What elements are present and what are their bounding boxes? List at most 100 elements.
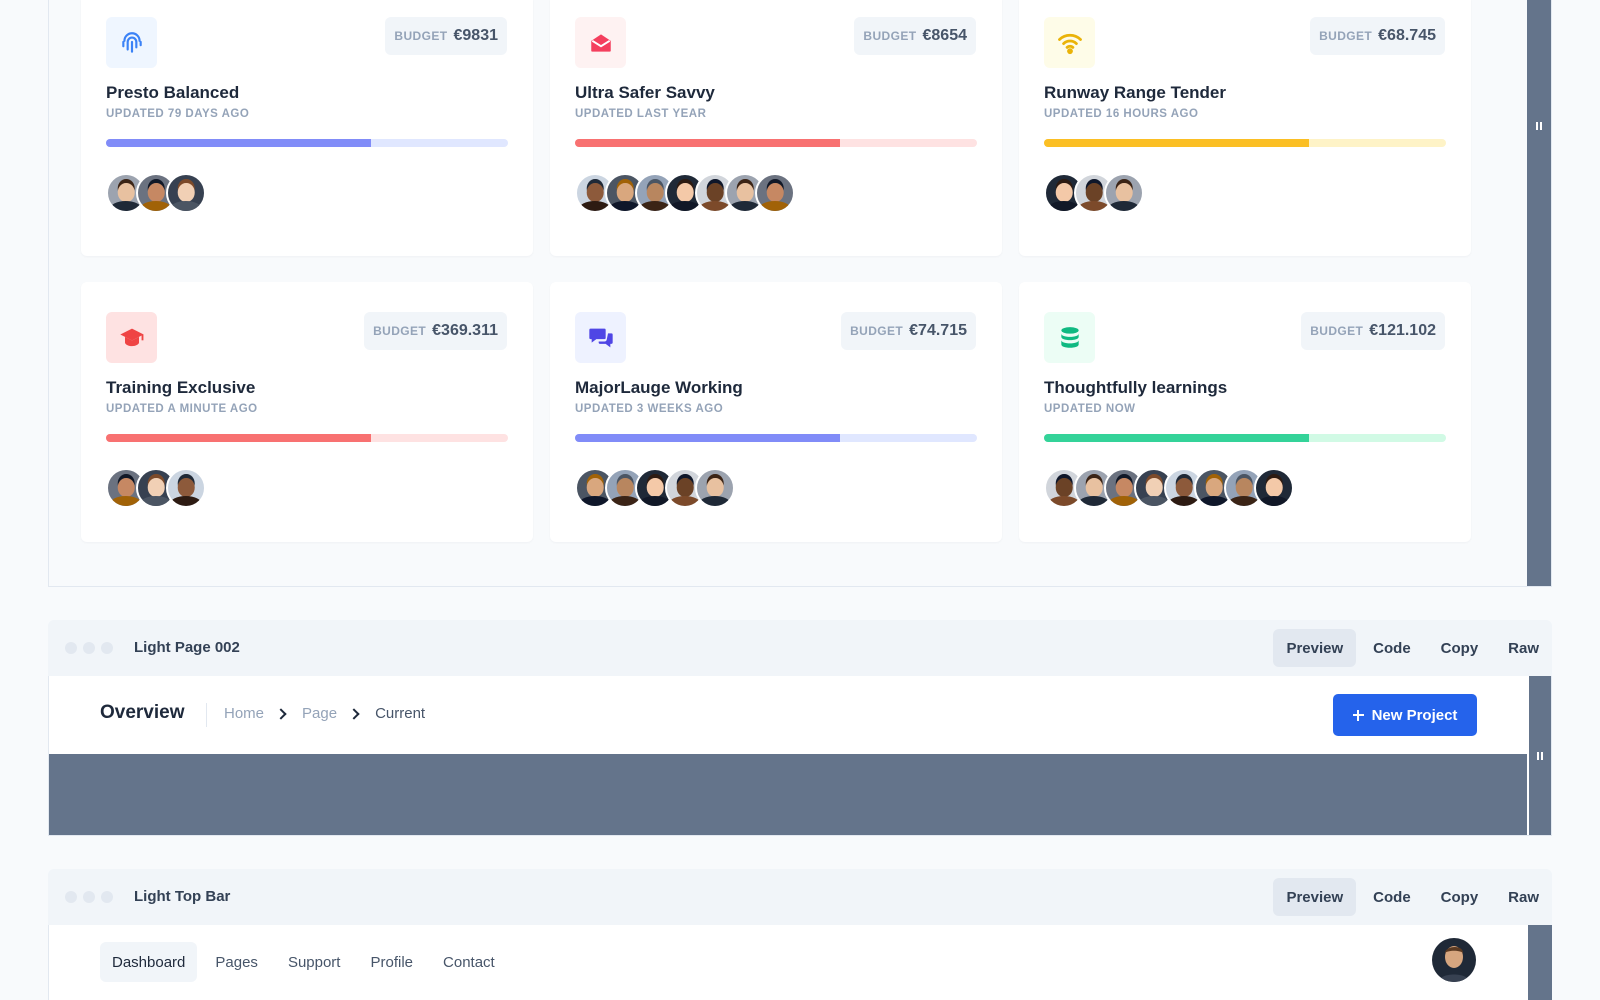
chat-bubbles-icon <box>575 312 626 363</box>
chevron-right-icon <box>275 707 287 720</box>
nav-item-pages[interactable]: Pages <box>203 942 270 982</box>
budget-label: BUDGET <box>863 29 917 43</box>
budget-label: BUDGET <box>1319 29 1373 43</box>
top-nav: Dashboard Pages Support Profile Contact <box>100 942 507 982</box>
updated-text: UPDATED 16 HOURS AGO <box>1044 108 1199 120</box>
project-card[interactable]: BUDGET €68.745 Runway Range Tender UPDAT… <box>1019 0 1471 256</box>
breadcrumb: Home Page Current <box>224 705 425 722</box>
project-title[interactable]: Training Exclusive <box>106 378 255 398</box>
grip-icon <box>1537 751 1543 760</box>
code-button[interactable]: Code <box>1360 878 1424 916</box>
progress-bar <box>106 434 508 442</box>
progress-bar <box>1044 139 1446 147</box>
light-page-002-window: Light Page 002 Preview Code Copy Raw Ove… <box>48 620 1552 836</box>
progress-bar <box>1044 434 1446 442</box>
progress-fill <box>1044 139 1310 147</box>
member-avatars <box>106 468 206 508</box>
plus-icon <box>1352 709 1364 721</box>
budget-label: BUDGET <box>373 324 427 338</box>
user-avatar[interactable] <box>1432 938 1476 982</box>
resize-handle[interactable] <box>1528 925 1552 1000</box>
project-title[interactable]: Thoughtfully learnings <box>1044 378 1227 398</box>
project-title[interactable]: Ultra Safer Savvy <box>575 83 715 103</box>
window-dots <box>65 642 113 654</box>
window-chrome: Light Page 002 Preview Code Copy Raw <box>48 620 1552 676</box>
member-avatars <box>575 173 795 213</box>
nav-item-dashboard[interactable]: Dashboard <box>100 942 198 982</box>
progress-fill <box>575 139 841 147</box>
project-title[interactable]: Runway Range Tender <box>1044 83 1226 103</box>
budget-label: BUDGET <box>850 324 904 338</box>
budget-value: €121.102 <box>1369 322 1436 339</box>
preview-button[interactable]: Preview <box>1273 629 1357 667</box>
nav-item-contact[interactable]: Contact <box>431 942 507 982</box>
budget-badge: BUDGET €8654 <box>854 17 976 55</box>
member-avatar[interactable] <box>1104 173 1144 213</box>
window-chrome: Light Top Bar Preview Code Copy Raw <box>48 869 1552 925</box>
budget-badge: BUDGET €369.311 <box>364 312 507 350</box>
progress-fill <box>106 139 372 147</box>
progress-bar <box>575 139 977 147</box>
wifi-icon <box>1044 17 1095 68</box>
budget-badge: BUDGET €68.745 <box>1310 17 1445 55</box>
raw-button[interactable]: Raw <box>1495 629 1552 667</box>
graduation-cap-icon <box>106 312 157 363</box>
member-avatars <box>575 468 735 508</box>
budget-label: BUDGET <box>394 29 448 43</box>
top-bar: Dashboard Pages Support Profile Contact <box>49 925 1529 1000</box>
updated-text: UPDATED 79 DAYS AGO <box>106 108 250 120</box>
page-title: Overview <box>100 702 185 723</box>
fingerprint-icon <box>106 17 157 68</box>
project-card[interactable]: BUDGET €9831 Presto Balanced UPDATED 79 … <box>81 0 533 256</box>
grip-icon <box>1536 122 1542 130</box>
breadcrumb-current: Current <box>375 705 426 722</box>
copy-button[interactable]: Copy <box>1428 629 1492 667</box>
project-card[interactable]: BUDGET €121.102 Thoughtfully learnings U… <box>1019 282 1471 542</box>
budget-value: €9831 <box>453 27 499 44</box>
member-avatars <box>1044 173 1144 213</box>
project-title[interactable]: Presto Balanced <box>106 83 239 103</box>
nav-item-support[interactable]: Support <box>276 942 353 982</box>
budget-value: €74.715 <box>909 322 967 339</box>
progress-bar <box>106 139 508 147</box>
database-icon <box>1044 312 1095 363</box>
code-button[interactable]: Code <box>1360 629 1424 667</box>
budget-value: €8654 <box>922 27 968 44</box>
project-card[interactable]: BUDGET €8654 Ultra Safer Savvy UPDATED L… <box>550 0 1002 256</box>
resize-handle[interactable] <box>1527 676 1551 835</box>
member-avatar[interactable] <box>695 468 735 508</box>
project-card[interactable]: BUDGET €74.715 MajorLauge Working UPDATE… <box>550 282 1002 542</box>
page-header: Overview Home Page Current New Project <box>49 676 1529 754</box>
divider <box>206 703 207 727</box>
breadcrumb-page[interactable]: Page <box>302 705 337 722</box>
progress-fill <box>106 434 372 442</box>
nav-item-profile[interactable]: Profile <box>358 942 425 982</box>
new-project-label: New Project <box>1371 706 1458 724</box>
project-title[interactable]: MajorLauge Working <box>575 378 743 398</box>
updated-text: UPDATED 3 WEEKS AGO <box>575 403 724 415</box>
light-top-bar-window: Light Top Bar Preview Code Copy Raw Dash… <box>48 869 1552 1000</box>
progress-fill <box>575 434 841 442</box>
updated-text: UPDATED NOW <box>1044 403 1136 415</box>
preview-button[interactable]: Preview <box>1273 878 1357 916</box>
content-placeholder <box>49 754 1529 835</box>
budget-label: BUDGET <box>1310 324 1364 338</box>
member-avatars <box>106 173 206 213</box>
project-cards-preview: BUDGET €9831 Presto Balanced UPDATED 79 … <box>48 0 1552 587</box>
window-title: Light Top Bar <box>134 888 231 905</box>
progress-fill <box>1044 434 1310 442</box>
breadcrumb-home[interactable]: Home <box>224 705 264 722</box>
updated-text: UPDATED LAST YEAR <box>575 108 707 120</box>
updated-text: UPDATED A MINUTE AGO <box>106 403 258 415</box>
raw-button[interactable]: Raw <box>1495 878 1552 916</box>
member-avatar[interactable] <box>755 173 795 213</box>
new-project-button[interactable]: New Project <box>1333 694 1477 736</box>
member-avatar[interactable] <box>166 468 206 508</box>
project-card[interactable]: BUDGET €369.311 Training Exclusive UPDAT… <box>81 282 533 542</box>
member-avatar[interactable] <box>166 173 206 213</box>
member-avatars <box>1044 468 1294 508</box>
copy-button[interactable]: Copy <box>1428 878 1492 916</box>
resize-handle[interactable] <box>1527 0 1551 586</box>
budget-badge: BUDGET €121.102 <box>1301 312 1445 350</box>
member-avatar[interactable] <box>1254 468 1294 508</box>
